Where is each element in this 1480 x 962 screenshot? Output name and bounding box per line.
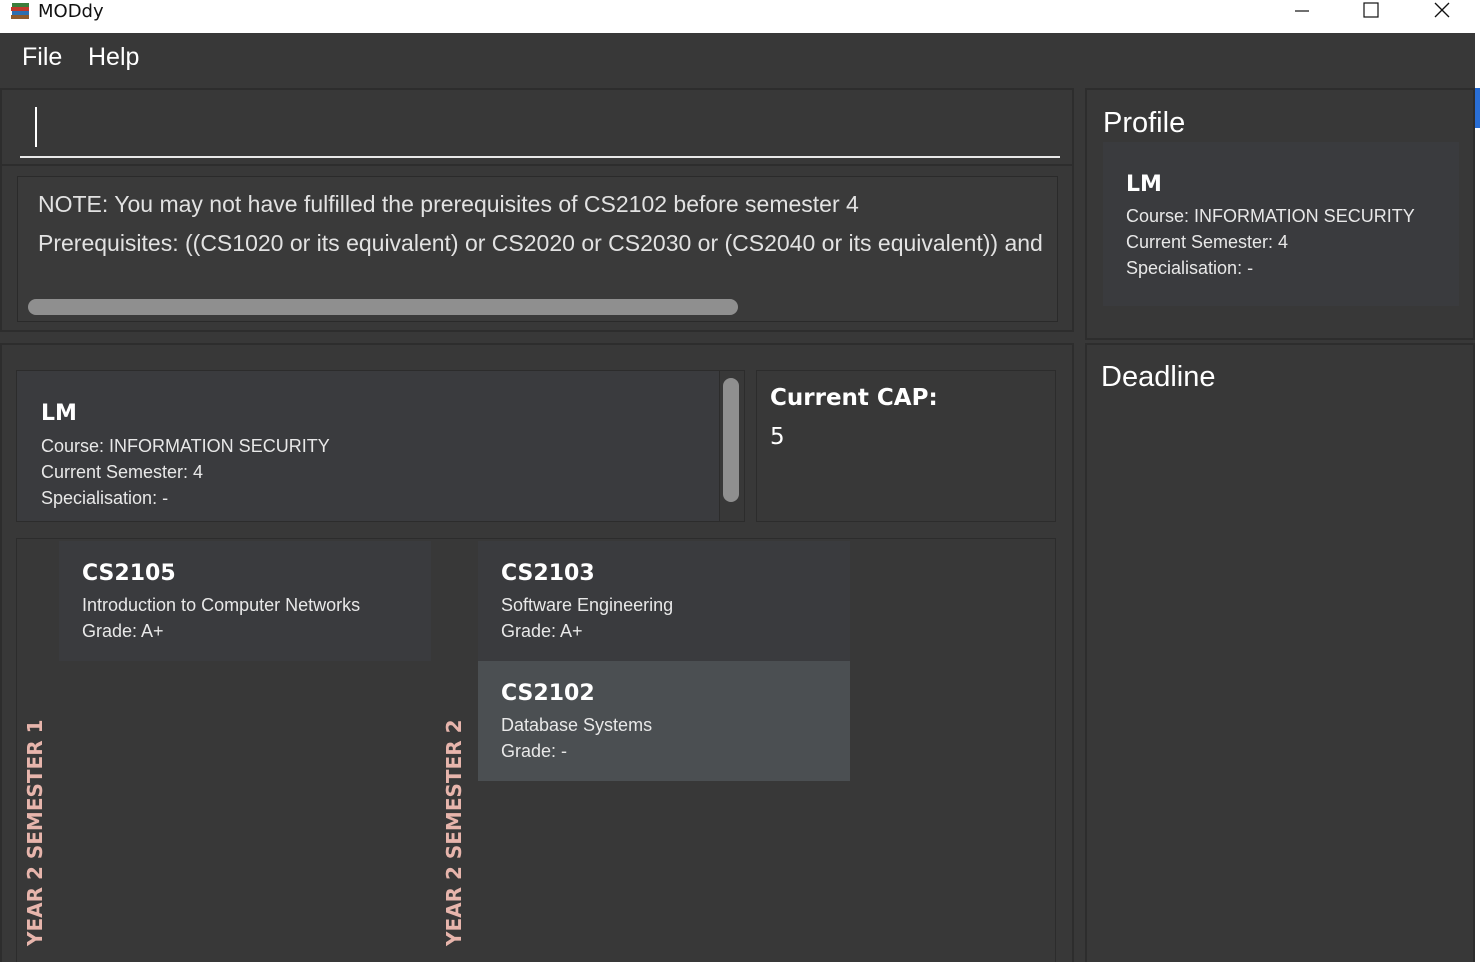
window-edge-accent [1475, 88, 1480, 128]
module-card-selected[interactable]: CS2102 Database Systems Grade: - [478, 661, 850, 781]
cap-card: Current CAP: 5 [756, 370, 1056, 522]
minimize-icon [1295, 10, 1309, 12]
module-grade: Grade: - [501, 741, 568, 761]
text-caret [35, 107, 37, 147]
close-button[interactable] [1411, 0, 1471, 24]
student-semester: Current Semester: 4 [41, 462, 204, 482]
student-course: Course: INFORMATION SECURITY [41, 436, 330, 456]
module-title: Database Systems [501, 715, 653, 735]
semester-label: YEAR 2 SEMESTER 1 [23, 719, 47, 946]
module-grade: Grade: A+ [501, 621, 583, 641]
vertical-scrollbar[interactable] [723, 378, 739, 502]
deadline-header: Deadline [1101, 361, 1216, 393]
module-title: Software Engineering [501, 595, 674, 615]
window-edge [1475, 33, 1480, 962]
menu-file[interactable]: File [22, 43, 62, 72]
command-input[interactable] [20, 104, 1060, 158]
minimize-button[interactable] [1272, 0, 1332, 24]
cap-value: 5 [770, 424, 785, 450]
profile-semester: Current Semester: 4 [1126, 232, 1289, 252]
module-code: CS2103 [501, 561, 595, 586]
profile-header: Profile [1103, 107, 1186, 139]
student-card: LM Course: INFORMATION SECURITY Current … [16, 370, 720, 522]
books-icon [10, 1, 32, 21]
profile-course: Course: INFORMATION SECURITY [1126, 206, 1415, 226]
window-title: MODdy [38, 1, 104, 22]
result-display[interactable]: NOTE: You may not have fulfilled the pre… [17, 176, 1058, 322]
module-code: CS2102 [501, 681, 595, 706]
cap-label: Current CAP: [770, 385, 938, 411]
deadline-panel: Deadline [1085, 343, 1475, 962]
student-specialisation: Specialisation: - [41, 488, 169, 508]
result-line-prerequisites: Prerequisites: ((CS1020 or its equivalen… [38, 230, 1043, 256]
module-grade: Grade: A+ [82, 621, 164, 641]
menu-bar: File Help [0, 33, 1480, 89]
horizontal-scrollbar[interactable] [28, 299, 738, 315]
module-card[interactable]: CS2105 Introduction to Computer Networks… [59, 541, 431, 661]
result-line-note: NOTE: You may not have fulfilled the pre… [38, 191, 859, 217]
module-title: Introduction to Computer Networks [82, 595, 361, 615]
maximize-button[interactable] [1341, 0, 1401, 24]
close-icon [1434, 2, 1450, 18]
student-name: LM [41, 401, 77, 426]
profile-specialisation: Specialisation: - [1126, 258, 1254, 278]
semester-label: YEAR 2 SEMESTER 2 [442, 719, 466, 946]
profile-panel: Profile LM Course: INFORMATION SECURITY … [1085, 88, 1475, 340]
title-bar: MODdy [0, 0, 1480, 33]
command-panel [0, 88, 1074, 166]
profile-name: LM [1126, 172, 1162, 197]
module-code: CS2105 [82, 561, 176, 586]
menu-help[interactable]: Help [88, 43, 139, 72]
maximize-icon [1363, 2, 1379, 18]
module-card[interactable]: CS2103 Software Engineering Grade: A+ [478, 541, 850, 661]
profile-card: LM Course: INFORMATION SECURITY Current … [1103, 142, 1459, 306]
